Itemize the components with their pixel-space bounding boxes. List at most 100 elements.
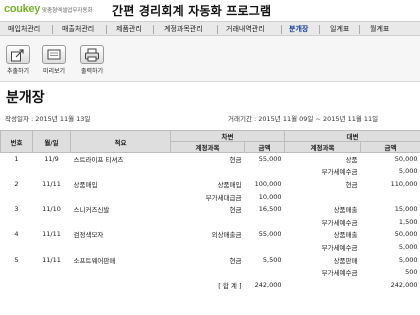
cell-credit-amount: 500 bbox=[405, 268, 418, 277]
extract-label: 추출하기 bbox=[6, 68, 30, 75]
cell-summary: 스니커즈신발 bbox=[73, 206, 110, 215]
cell-date bbox=[33, 215, 71, 228]
header-no: 번호 bbox=[0, 130, 33, 153]
table-header-row: 번호 월/일 적요 차변 대변 bbox=[0, 130, 420, 153]
cell-date: 11/9 bbox=[44, 155, 59, 164]
cell-debit-amount: 100,000 bbox=[254, 179, 282, 188]
cell-summary bbox=[71, 241, 171, 254]
table-row[interactable]: 4 11/11 검정색모자 외상매출금 55,000 상품매출 50,000 bbox=[1, 228, 420, 241]
cell-debit-amount bbox=[245, 165, 285, 178]
cell-date: 11/10 bbox=[42, 205, 61, 214]
total-label: [ 합 계 ] bbox=[218, 281, 242, 290]
cell-date bbox=[33, 190, 71, 203]
cell-summary bbox=[71, 215, 171, 228]
app-header: coukey 맞춤형엑셀업무자동화 간편 경리회계 자동화 프로그램 bbox=[0, 0, 420, 21]
cell-summary bbox=[71, 266, 171, 279]
header-debit: 차변 bbox=[170, 130, 285, 142]
menu-item-monthly-summary[interactable]: 월계표 bbox=[370, 23, 389, 35]
cell-summary: 상품매입 bbox=[73, 180, 98, 189]
table-row[interactable]: 5 11/11 소프트웨어판매 현금 5,500 상품판매 5,000 bbox=[1, 253, 420, 266]
cell-date: 11/11 bbox=[42, 179, 61, 188]
table-row[interactable]: 1 11/9 스트라이프 티셔츠 현금 55,000 상품 50,000 bbox=[1, 153, 420, 166]
printer-icon bbox=[80, 45, 104, 64]
cell-credit-account: 상품 bbox=[345, 156, 358, 165]
export-icon bbox=[6, 45, 30, 64]
menu-separator bbox=[359, 25, 360, 34]
menu-item-accounts[interactable]: 계정과목관리 bbox=[164, 23, 203, 35]
cell-debit-amount bbox=[245, 215, 285, 228]
cell-credit-account: 현금 bbox=[345, 180, 358, 189]
cell-debit-amount bbox=[245, 241, 285, 254]
menu-separator bbox=[319, 25, 320, 34]
menu-separator bbox=[52, 25, 53, 34]
cell-credit-amount: 5,000 bbox=[398, 167, 418, 176]
table-row[interactable]: 3 11/10 스니커즈신발 현금 16,500 상품매출 15,000 bbox=[1, 203, 420, 216]
cell-credit-amount: 50,000 bbox=[394, 155, 418, 164]
extract-button[interactable]: 추출하기 bbox=[3, 45, 33, 79]
total-spacer bbox=[1, 278, 171, 291]
cell-credit-account: 상품매출 bbox=[333, 206, 358, 215]
cell-no: 1 bbox=[14, 155, 19, 164]
menu-item-sales-clients[interactable]: 매출처관리 bbox=[62, 23, 94, 35]
print-label: 출력하기 bbox=[80, 68, 104, 75]
menu-item-journal[interactable]: 분개장 bbox=[289, 23, 308, 35]
preview-button[interactable]: 미리보기 bbox=[39, 45, 69, 79]
cell-debit-amount: 55,000 bbox=[258, 155, 282, 164]
table-row[interactable]: 부가세예수금 5,000 bbox=[1, 165, 420, 178]
menu-item-transactions[interactable]: 거래내역관리 bbox=[226, 23, 265, 35]
page-title: 분개장 bbox=[6, 90, 45, 106]
menu-item-daily-summary[interactable]: 일계표 bbox=[330, 23, 349, 35]
cell-debit-account: 현금 bbox=[229, 256, 242, 265]
cell-date bbox=[33, 241, 71, 254]
menu-separator bbox=[217, 25, 218, 34]
header-summary: 적요 bbox=[70, 130, 171, 153]
cell-no: 5 bbox=[14, 255, 19, 264]
cell-date bbox=[33, 266, 71, 279]
cell-no: 3 bbox=[14, 205, 19, 214]
cell-debit-account bbox=[171, 241, 245, 254]
table-row[interactable]: 부가세예수금 1,500 bbox=[1, 215, 420, 228]
toolbar: 추출하기 미리보기 출력하기 bbox=[0, 36, 420, 82]
cell-no bbox=[1, 241, 33, 254]
header-credit: 대변 bbox=[284, 130, 420, 142]
cell-credit-account: 상품매출 bbox=[333, 231, 358, 240]
cell-credit-amount: 15,000 bbox=[394, 205, 418, 214]
menu-item-products[interactable]: 제품관리 bbox=[116, 23, 142, 35]
header-credit-account: 계정과목 bbox=[284, 141, 361, 153]
cell-credit-amount: 50,000 bbox=[394, 230, 418, 239]
app-title: 간편 경리회계 자동화 프로그램 bbox=[112, 4, 272, 18]
cell-summary bbox=[71, 190, 171, 203]
cell-credit-account: 상품판매 bbox=[333, 256, 358, 265]
cell-credit-account: 부가세예수금 bbox=[321, 218, 358, 227]
menu-separator bbox=[281, 25, 282, 34]
cell-summary: 검정색모자 bbox=[73, 231, 104, 240]
cell-debit-account bbox=[171, 215, 245, 228]
cell-debit-account: 상품매입 bbox=[217, 180, 242, 189]
print-button[interactable]: 출력하기 bbox=[77, 45, 107, 79]
cell-no bbox=[1, 215, 33, 228]
table-row[interactable]: 부가세예수금 500 bbox=[1, 266, 420, 279]
cell-date bbox=[33, 165, 71, 178]
preview-icon bbox=[42, 45, 66, 64]
cell-credit-amount: 1,500 bbox=[398, 217, 418, 226]
cell-credit-account: 부가세예수금 bbox=[321, 269, 358, 278]
cell-no bbox=[1, 190, 33, 203]
header-date: 월/일 bbox=[32, 130, 71, 153]
table-row[interactable]: 2 11/11 상품매입 상품매입 100,000 현금 110,000 bbox=[1, 178, 420, 191]
cell-debit-amount: 5,500 bbox=[262, 255, 282, 264]
header-debit-amount: 금액 bbox=[244, 141, 285, 153]
cell-no: 4 bbox=[14, 230, 19, 239]
cell-debit-amount: 16,500 bbox=[258, 205, 282, 214]
cell-date: 11/11 bbox=[42, 230, 61, 239]
cell-credit-amount: 5,000 bbox=[398, 255, 418, 264]
cell-debit-account: 현금 bbox=[229, 156, 242, 165]
table-row[interactable]: 부가세예수금 5,000 bbox=[1, 241, 420, 254]
cell-credit-account bbox=[285, 190, 361, 203]
table-row[interactable]: 부가세대급금 10,000 bbox=[1, 190, 420, 203]
total-credit: 242,000 bbox=[390, 280, 418, 289]
journal-table: 번호 월/일 적요 차변 대변 계정과목 금액 계정과목 금액 1 11/9 스… bbox=[0, 130, 420, 291]
total-row: [ 합 계 ] 242,000 242,000 bbox=[1, 278, 420, 291]
menu-separator bbox=[106, 25, 107, 34]
menu-item-purchase-vendors[interactable]: 매입처관리 bbox=[8, 23, 40, 35]
total-spacer bbox=[285, 278, 361, 291]
